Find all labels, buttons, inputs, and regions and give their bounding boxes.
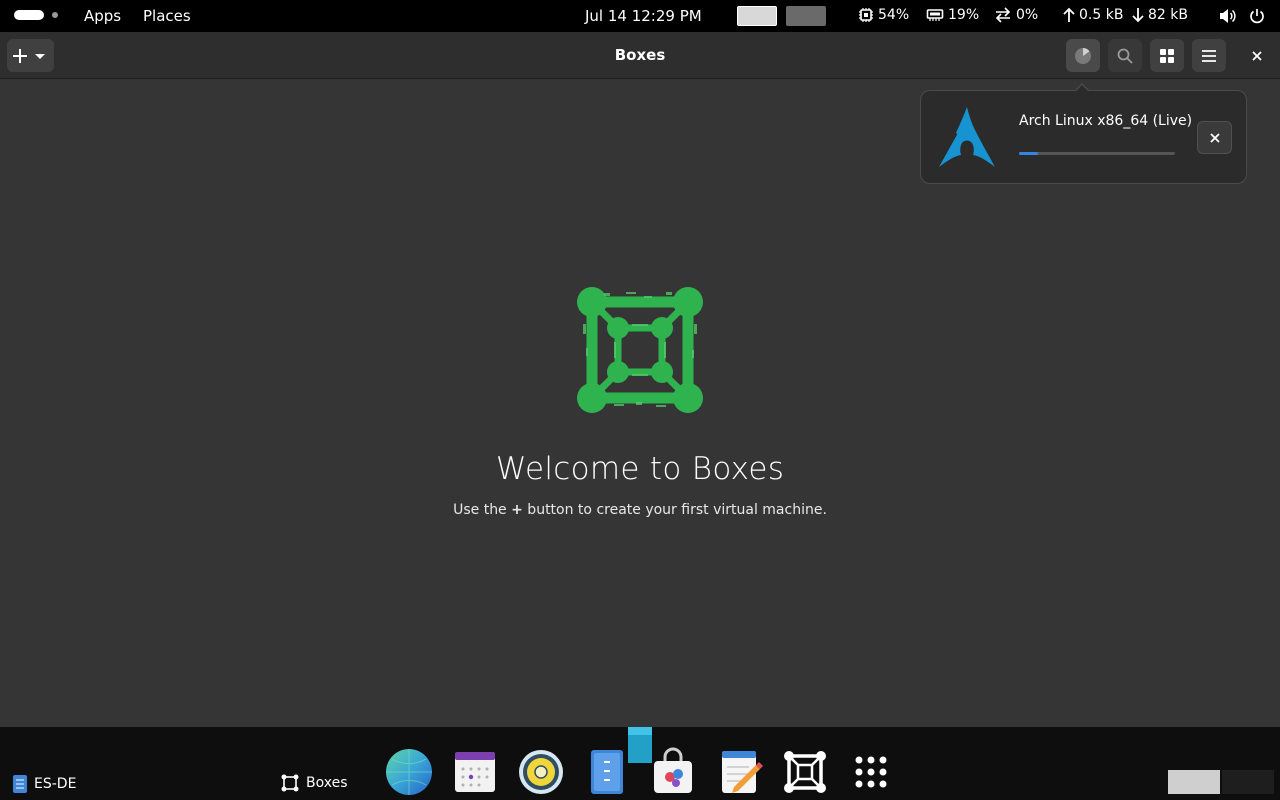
downloads-popover: Arch Linux x86_64 (Live) — [920, 90, 1247, 184]
clock[interactable]: Jul 14 12:29 PM — [585, 7, 702, 25]
memory-value: 19% — [948, 7, 980, 23]
search-button[interactable] — [1108, 39, 1142, 72]
search-icon — [1117, 48, 1133, 64]
download-name: Arch Linux x86_64 (Live) — [1019, 113, 1193, 129]
workspace-thumbnail-1[interactable] — [737, 6, 777, 26]
view-toggle-button[interactable] — [1150, 39, 1184, 72]
browser-globe-icon[interactable] — [384, 747, 434, 797]
boxes-headerbar: Boxes — [0, 32, 1280, 79]
download-value: 82 kB — [1148, 7, 1188, 23]
grid-view-icon — [1160, 48, 1174, 63]
download-progress-bar — [1019, 152, 1175, 155]
taskbar-item-label: Boxes — [306, 775, 348, 791]
downloads-button[interactable] — [1066, 39, 1100, 72]
main-menu-button[interactable] — [1192, 39, 1226, 72]
volume-icon[interactable] — [1219, 8, 1237, 24]
cancel-download-button[interactable] — [1197, 121, 1232, 154]
arrow-down-icon — [1132, 8, 1144, 23]
welcome-subtitle-plus: + — [511, 502, 523, 518]
cpu-value: 54% — [878, 7, 910, 23]
upload-indicator[interactable]: 0.5 kB — [1063, 7, 1123, 23]
cpu-icon — [859, 8, 873, 22]
close-icon — [1252, 50, 1262, 61]
progress-pie-icon — [1075, 47, 1091, 64]
welcome-title: Welcome to Boxes — [495, 451, 785, 487]
boxes-icon[interactable] — [780, 747, 830, 797]
swap-indicator[interactable]: 0% — [994, 7, 1038, 23]
arrow-up-icon — [1063, 7, 1075, 22]
arch-linux-logo-icon — [939, 107, 995, 167]
software-store-icon[interactable] — [648, 747, 698, 797]
close-window-button[interactable] — [1240, 39, 1274, 72]
activities-indicator[interactable] — [14, 10, 58, 20]
upload-value: 0.5 kB — [1079, 7, 1124, 23]
dock-workspace-thumbnail-2[interactable] — [1222, 770, 1274, 794]
swap-value: 0% — [1016, 7, 1039, 23]
hamburger-menu-icon — [1202, 49, 1216, 62]
memory-indicator[interactable]: 19% — [926, 7, 979, 23]
workspace-dot — [52, 12, 58, 18]
notes-icon[interactable] — [714, 747, 764, 797]
popover-arrow-inner — [1075, 85, 1089, 92]
download-progress-fill — [1019, 152, 1038, 155]
boxes-logo-icon — [577, 287, 703, 413]
taskbar-item-label: ES-DE — [34, 776, 77, 792]
places-menu[interactable]: Places — [143, 7, 191, 25]
download-indicator[interactable]: 82 kB — [1132, 7, 1188, 23]
speaker-icon[interactable] — [516, 747, 566, 797]
dock-workspace-thumbnail-1[interactable] — [1168, 770, 1220, 794]
top-panel: Apps Places Jul 14 12:29 PM 54% 19% 0% 0… — [0, 0, 1280, 32]
welcome-subtitle-after: button to create your first virtual mach… — [522, 502, 827, 518]
memory-icon — [926, 9, 944, 21]
welcome-subtitle: Use the + button to create your first vi… — [0, 502, 1280, 518]
cpu-indicator[interactable]: 54% — [858, 7, 909, 23]
dock: ES-DE Boxes — [0, 727, 1280, 800]
welcome-subtitle-before: Use the — [453, 502, 512, 518]
taskbar-item-boxes[interactable]: Boxes — [280, 773, 348, 793]
text-editor-icon[interactable] — [582, 747, 632, 797]
apps-menu[interactable]: Apps — [84, 7, 121, 25]
power-icon[interactable] — [1249, 8, 1265, 24]
es-de-app-icon — [13, 775, 27, 793]
taskbar-item-es-de[interactable]: ES-DE — [12, 774, 76, 794]
swap-arrows-icon — [995, 7, 1011, 23]
boxes-window-icon — [281, 774, 299, 792]
calendar-icon[interactable] — [450, 747, 500, 797]
workspace-active-pill — [14, 10, 44, 20]
close-icon — [1209, 132, 1220, 143]
workspace-thumbnail-2[interactable] — [786, 6, 826, 26]
app-grid-icon[interactable] — [846, 747, 896, 797]
